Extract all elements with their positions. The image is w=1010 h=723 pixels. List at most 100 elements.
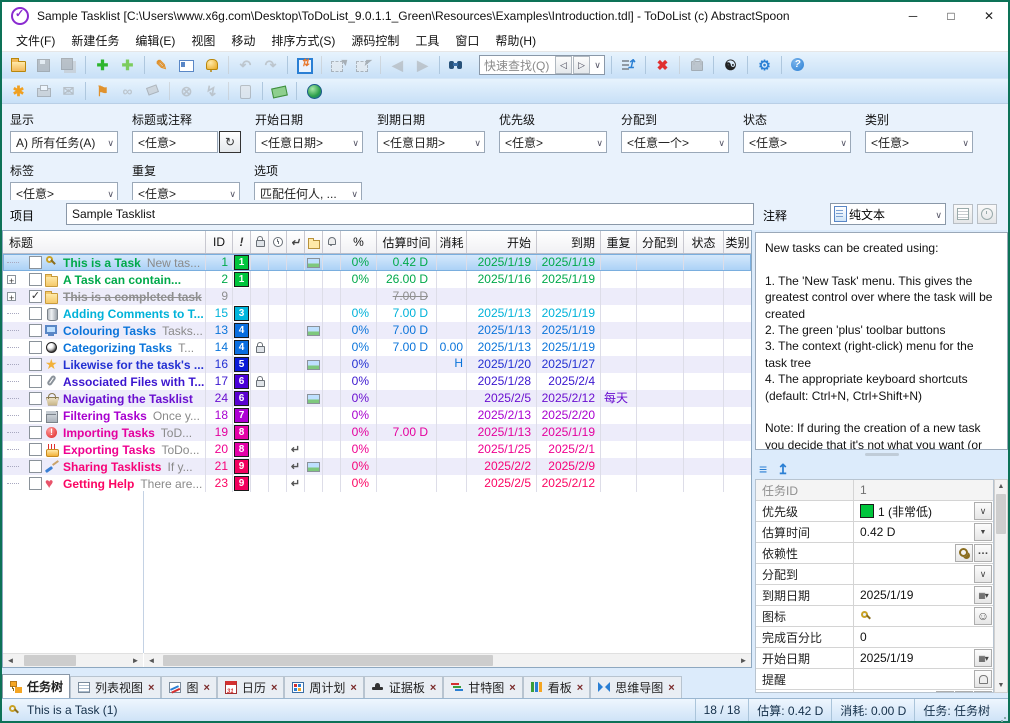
task-checkbox[interactable] <box>29 341 42 354</box>
attribute-value[interactable]: 1 (非常低) <box>878 503 973 520</box>
attr-file-link[interactable]: 文件链接 doors.ir <box>756 690 993 693</box>
task-row[interactable]: Adding Comments to T... 15 3 0% 7.00 D 2… <box>3 305 751 322</box>
close-tab-button[interactable]: × <box>668 682 674 694</box>
scroll-left-arrow[interactable]: ◄ <box>144 654 159 667</box>
previous-task-button[interactable]: ◀ <box>386 54 409 76</box>
task-row[interactable]: Navigating the Tasklist 24 6 0% 2025/2/5… <box>3 390 751 407</box>
quick-find-input[interactable]: 快速查找(Q) <box>480 57 555 74</box>
col-assigned-to[interactable]: 分配到 <box>637 231 684 253</box>
task-row[interactable]: A Task can contain... 2 1 0% 26.00 D 202… <box>3 271 751 288</box>
scroll-right-arrow[interactable]: ► <box>736 654 751 667</box>
menu-source-control[interactable]: 源码控制 <box>343 30 407 52</box>
maximize-button[interactable]: □ <box>932 2 970 30</box>
tab-task-tree[interactable]: 任务树 <box>2 674 70 698</box>
attr-start-date[interactable]: 开始日期 2025/1/19 <box>756 648 993 669</box>
preferences-button[interactable]: ⚙ <box>753 54 776 76</box>
tab-chart[interactable]: 图 × <box>161 676 216 698</box>
tree-horizontal-scrollbar[interactable]: ◄► <box>3 653 143 667</box>
comments-splitter[interactable] <box>755 450 1008 458</box>
sort-button[interactable] <box>617 54 640 76</box>
scroll-thumb[interactable] <box>24 655 76 666</box>
task-checkbox[interactable] <box>29 256 42 269</box>
cleanup-button[interactable] <box>141 80 164 102</box>
attribute-button[interactable] <box>974 502 992 520</box>
attribute-value[interactable]: 2025/1/19 <box>860 651 973 665</box>
attribute-sort-icon[interactable] <box>777 462 789 476</box>
save-all-button[interactable] <box>57 54 80 76</box>
col-lock[interactable] <box>251 231 269 253</box>
tab-mind-map[interactable]: 思维导图 × <box>590 676 681 698</box>
attribute-button[interactable] <box>936 691 954 693</box>
undo-button[interactable]: ↶ <box>234 54 257 76</box>
comments-panel[interactable]: New tasks can be created using: 1. The '… <box>755 232 1008 450</box>
attr-assigned-to[interactable]: 分配到 <box>756 564 993 585</box>
col-reminder[interactable] <box>323 231 341 253</box>
filter-priority[interactable]: <任意> <box>499 131 607 153</box>
attr-due-date[interactable]: 到期日期 2025/1/19 <box>756 585 993 606</box>
comments-date-insert-button[interactable] <box>953 204 973 224</box>
task-attributes-button[interactable] <box>175 54 198 76</box>
link-tasks-button[interactable]: ∞ <box>116 80 139 102</box>
close-tab-button[interactable]: × <box>203 682 209 694</box>
task-row[interactable]: Associated Files with T... 17 6 0% 2025/… <box>3 373 751 390</box>
scroll-down-arrow[interactable]: ▼ <box>998 679 1005 692</box>
attribute-button[interactable] <box>974 691 992 693</box>
task-checkbox[interactable] <box>29 409 42 422</box>
find-previous-button[interactable]: ◁ <box>555 56 572 74</box>
next-task-button[interactable]: ▶ <box>411 54 434 76</box>
menu-sort[interactable]: 排序方式(S) <box>263 30 343 52</box>
close-tab-button[interactable]: × <box>148 682 154 694</box>
col-recurrence[interactable]: 重复 <box>601 231 637 253</box>
new-task-button[interactable]: ✚ <box>91 54 114 76</box>
attribute-button[interactable] <box>974 565 992 583</box>
menu-move[interactable]: 移动 <box>223 30 263 52</box>
scroll-thumb[interactable] <box>163 655 493 666</box>
menu-view[interactable]: 视图 <box>183 30 223 52</box>
scroll-left-arrow[interactable]: ◄ <box>3 654 18 667</box>
print-button[interactable] <box>32 80 55 102</box>
attribute-button[interactable] <box>974 670 992 688</box>
filter-show[interactable]: A) 所有任务(A) <box>10 131 118 153</box>
task-row[interactable]: Sharing Tasklists If y... 21 9 0% 2025/2… <box>3 458 751 475</box>
new-task-from-clipboard-button[interactable]: ✱ <box>7 80 30 102</box>
quick-find-box[interactable]: 快速查找(Q) ◁ ▷ ∨ <box>479 55 605 75</box>
task-checkbox[interactable] <box>29 477 42 490</box>
task-checkbox[interactable] <box>29 392 42 405</box>
find-next-button[interactable]: ▷ <box>573 56 590 74</box>
close-button[interactable]: ✕ <box>970 2 1008 30</box>
filter-start-date[interactable]: <任意日期> <box>255 131 363 153</box>
attribute-value[interactable]: 0 <box>860 630 992 644</box>
col-priority[interactable] <box>233 231 251 253</box>
menu-new-task[interactable]: 新建任务 <box>63 30 127 52</box>
minimize-button[interactable]: ─ <box>894 2 932 30</box>
attr-percent-done[interactable]: 完成百分比 0 <box>756 627 993 648</box>
col-file-link[interactable] <box>305 231 323 253</box>
toggle-status-button[interactable]: ⊗ <box>175 80 198 102</box>
check-updates-button[interactable] <box>302 80 325 102</box>
attribute-value[interactable]: 1 <box>860 483 992 497</box>
maximize-view-button[interactable] <box>293 54 316 76</box>
attribute-button[interactable] <box>974 544 992 562</box>
task-row[interactable]: Colouring Tasks Tasks... 13 4 0% 7.00 D … <box>3 322 751 339</box>
col-dependency[interactable] <box>287 231 305 253</box>
donate-button[interactable] <box>268 80 291 102</box>
close-tab-button[interactable]: × <box>577 682 583 694</box>
attribute-value[interactable]: 2025/1/19 <box>860 588 973 602</box>
close-tab-button[interactable]: × <box>350 682 356 694</box>
col-start[interactable]: 开始 <box>467 231 537 253</box>
attr-icon[interactable]: 图标 <box>756 606 993 627</box>
tab-calendar[interactable]: 日历 × <box>217 676 284 698</box>
tree-split-divider[interactable] <box>143 491 144 653</box>
redo-button[interactable]: ↷ <box>259 54 282 76</box>
tab-evidence-board[interactable]: 证据板 × <box>364 676 443 698</box>
password-protect-button[interactable] <box>685 54 708 76</box>
columns-horizontal-scrollbar[interactable]: ◄► <box>144 653 751 667</box>
resize-grip[interactable] <box>998 699 1008 721</box>
menu-edit[interactable]: 编辑(E) <box>127 30 183 52</box>
move-task-in-button[interactable] <box>352 54 375 76</box>
task-checkbox[interactable] <box>29 307 42 320</box>
col-spent[interactable]: 消耗 <box>437 231 467 253</box>
menu-help[interactable]: 帮助(H) <box>487 30 544 52</box>
filter-title-or-comment[interactable]: <任意> <box>132 131 218 153</box>
help-button[interactable] <box>787 54 810 76</box>
